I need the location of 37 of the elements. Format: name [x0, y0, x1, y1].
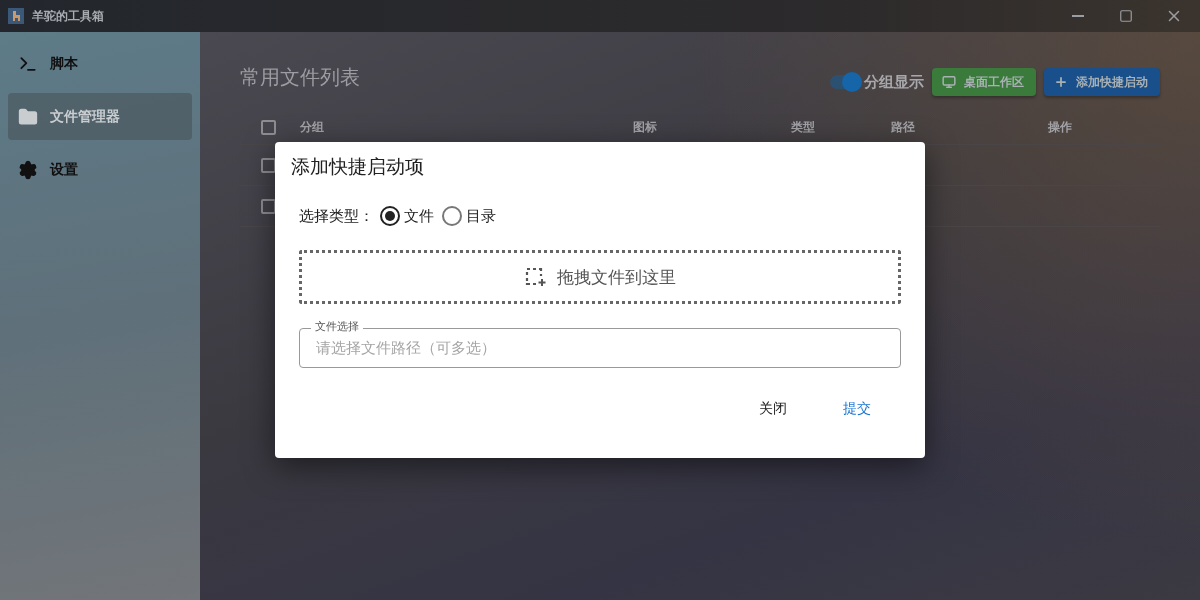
sidebar-item[interactable]: 设置 — [8, 146, 192, 193]
window-title: 羊驼的工具箱 — [32, 7, 105, 25]
folder-icon — [18, 106, 38, 127]
radio-button[interactable] — [380, 206, 400, 226]
settings-icon — [18, 159, 38, 180]
sidebar-label: 文件管理器 — [50, 107, 120, 126]
page-title: 常用文件列表 — [240, 63, 360, 91]
add-button[interactable]: 添加快捷启动 — [1044, 68, 1160, 96]
toggle-label: 分组显示 — [864, 72, 924, 92]
app-logo-icon — [8, 8, 24, 24]
column-header: 类型 — [791, 118, 816, 136]
monitor-icon — [942, 75, 956, 89]
column-header: 图标 — [633, 118, 658, 136]
field-label: 文件选择 — [311, 320, 363, 334]
type-label: 选择类型： — [299, 206, 374, 226]
group-toggle[interactable] — [830, 75, 860, 89]
sidebar-item[interactable]: 文件管理器 — [8, 93, 192, 140]
desktop-button[interactable]: 桌面工作区 — [932, 68, 1036, 96]
plus-icon — [1054, 75, 1068, 89]
minimize-icon — [1072, 15, 1084, 17]
column-header: 路径 — [891, 118, 916, 136]
sidebar-label: 脚本 — [50, 54, 78, 73]
column-header: 操作 — [1048, 118, 1073, 136]
select-all-checkbox[interactable] — [261, 119, 276, 135]
close-dialog-button[interactable]: 关闭 — [743, 394, 803, 424]
dialog-title: 添加快捷启动项 — [291, 154, 425, 179]
drop-zone-text: 拖拽文件到这里 — [556, 265, 676, 289]
radio-label: 文件 — [404, 206, 434, 226]
column-header: 分组 — [300, 118, 325, 136]
radio-label: 目录 — [466, 206, 496, 226]
sidebar-item[interactable]: 脚本 — [8, 40, 192, 87]
radio-button[interactable] — [442, 206, 462, 226]
maximize-icon — [1119, 9, 1133, 23]
dashed-select-icon — [524, 267, 547, 287]
drop-zone[interactable]: 拖拽文件到这里 — [299, 250, 901, 304]
sidebar-label: 设置 — [50, 160, 78, 179]
submit-button[interactable]: 提交 — [827, 394, 887, 424]
